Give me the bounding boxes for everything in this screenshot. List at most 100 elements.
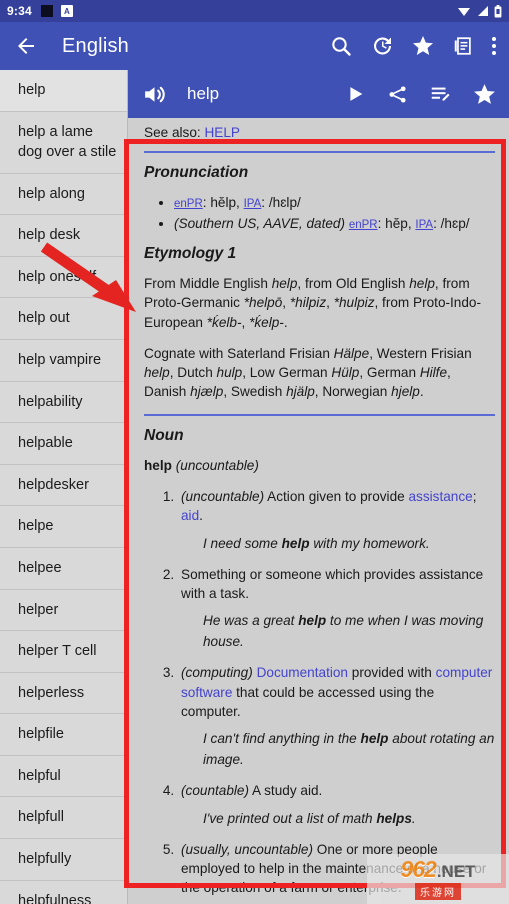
wifi-icon (458, 8, 470, 16)
sidebar-item[interactable]: helpee (0, 548, 127, 590)
definition-text: A study aid. (249, 783, 323, 799)
definition-link[interactable]: Documentation (257, 665, 348, 680)
app-bar: English (0, 22, 509, 70)
definition-text: Action given to provide (264, 489, 409, 505)
sidebar-item-label: help desk (18, 227, 81, 244)
sidebar-item[interactable]: helpdesker (0, 465, 127, 507)
overflow-menu-icon[interactable] (491, 35, 497, 57)
sidebar-item-label: helpable (18, 435, 73, 452)
ipa-link[interactable]: IPA (244, 198, 262, 210)
see-also-link[interactable]: HELP (204, 125, 240, 140)
sidebar-item-label: helpe (18, 518, 54, 535)
definition-link[interactable]: assistance (408, 489, 472, 504)
pronunciation-list: enPR: hĕlp, IPA: /hɛlp/ (Southern US, AA… (144, 193, 495, 233)
definition-label: (usually, uncountable) (181, 841, 313, 857)
app-screen: 9:34 A English help help a lame dog over… (0, 0, 509, 904)
sidebar-item-label: helpfully (18, 850, 72, 867)
status-bar: 9:34 A (0, 0, 509, 22)
definition-label: (uncountable) (181, 489, 265, 505)
see-also-label: See also: (144, 125, 201, 140)
edit-note-icon[interactable] (429, 83, 451, 105)
definition-item: (uncountable) Action given to provide as… (178, 487, 495, 554)
sidebar-item[interactable]: helpfully (0, 839, 127, 881)
page-title: English (62, 34, 129, 57)
dictionary-article[interactable]: See also: HELP Pronunciation enPR: hĕlp,… (128, 118, 509, 904)
signal-icon (478, 6, 488, 16)
sidebar-item-label: helpee (18, 559, 62, 576)
sidebar-item[interactable]: helpability (0, 382, 127, 424)
see-also-line: See also: HELP (144, 118, 495, 142)
sidebar-item[interactable]: helper (0, 590, 127, 632)
definition-item: (usually, uncountable) One or more peopl… (178, 840, 495, 904)
notification-letter-icon: A (60, 5, 73, 17)
ipa-link[interactable]: IPA (415, 219, 433, 231)
sidebar-item[interactable]: helpfile (0, 714, 127, 756)
library-icon[interactable] (452, 35, 474, 57)
enpr-link[interactable]: enPR (349, 219, 378, 231)
sidebar-item[interactable]: help desk (0, 215, 127, 257)
back-arrow-icon[interactable] (14, 34, 38, 58)
notification-square-icon (40, 5, 53, 17)
enpr-value: hĕlp, (210, 195, 240, 211)
definition-item: Something or someone which provides assi… (178, 565, 495, 653)
pronunciation-entry: enPR: hĕlp, IPA: /hɛlp/ (174, 193, 495, 212)
sidebar-item[interactable]: help a lame dog over a stile (0, 112, 127, 174)
battery-icon (494, 4, 502, 17)
sidebar-item[interactable]: help out (0, 298, 127, 341)
sidebar-item[interactable]: helpful (0, 756, 127, 798)
current-word: help (187, 84, 220, 103)
pronunciation-qualifier: (Southern US, AAVE, dated) (174, 215, 346, 231)
status-icons (457, 4, 502, 18)
sidebar-item-label: helpfull (18, 809, 64, 826)
sidebar-item[interactable]: helperless (0, 673, 127, 715)
star-icon[interactable] (411, 34, 435, 58)
example-sentence: I've printed out a list of math helps. (203, 810, 416, 826)
pronunciation-entry: (Southern US, AAVE, dated) enPR: hĕp, IP… (174, 214, 495, 233)
example-sentence: I need some help with my homework. (203, 535, 430, 551)
definition-item: (computing) Documentation provided with … (178, 663, 495, 770)
sidebar-item-label: help a lame dog over a stile (18, 123, 117, 161)
sidebar-item[interactable]: helper T cell (0, 631, 127, 673)
enpr-value: hĕp, (385, 215, 412, 231)
sidebar-item[interactable]: help along (0, 174, 127, 216)
word-list-sidebar[interactable]: help help a lame dog over a stile help a… (0, 70, 128, 904)
sidebar-item[interactable]: help (0, 70, 127, 112)
history-icon[interactable] (370, 34, 394, 58)
etymology-paragraph-2: Cognate with Saterland Frisian Hälpe, We… (144, 345, 472, 400)
headword: help (144, 457, 172, 473)
sidebar-item[interactable]: help vampire (0, 340, 127, 382)
sidebar-item-label: help (18, 82, 46, 98)
noun-headword-line: help (uncountable) (144, 456, 495, 475)
ipa-value: /hɛp/ (440, 215, 470, 231)
sidebar-item[interactable]: helpfull (0, 797, 127, 839)
definition-label: (countable) (181, 783, 250, 799)
status-clock: 9:34 (7, 4, 32, 18)
sidebar-item-label: helpability (18, 393, 83, 410)
example-sentence: He was a great help to me when I was mov… (203, 613, 484, 650)
play-icon[interactable] (344, 83, 366, 105)
sidebar-item[interactable]: help oneself (0, 257, 127, 299)
search-icon[interactable] (329, 34, 353, 58)
enpr-link[interactable]: enPR (174, 198, 203, 210)
sidebar-item[interactable]: helpe (0, 506, 127, 548)
ipa-value: /hɛlp/ (268, 195, 301, 211)
sidebar-item-label: help oneself (18, 268, 97, 285)
etymology-heading: Etymology 1 (144, 244, 237, 262)
sidebar-item-label: helpful (18, 767, 61, 784)
pronunciation-heading: Pronunciation (144, 164, 249, 182)
section-divider (144, 151, 495, 154)
sidebar-item-label: helpfile (18, 726, 64, 743)
definition-link[interactable]: aid (181, 508, 199, 523)
sidebar-item-label: helperless (18, 684, 85, 701)
sidebar-item[interactable]: helpable (0, 423, 127, 465)
sidebar-item-label: help out (18, 310, 70, 327)
star-filled-icon[interactable] (472, 82, 497, 107)
example-sentence: I can't find anything in the help about … (203, 731, 495, 768)
speaker-icon[interactable] (142, 82, 167, 107)
sidebar-item-label: help vampire (18, 352, 102, 369)
definition-text: Something or someone which provides assi… (181, 566, 484, 601)
sidebar-item[interactable]: helpfulness (0, 881, 127, 904)
sidebar-item-label: help along (18, 185, 85, 202)
share-icon[interactable] (387, 84, 408, 105)
noun-heading: Noun (144, 426, 184, 444)
